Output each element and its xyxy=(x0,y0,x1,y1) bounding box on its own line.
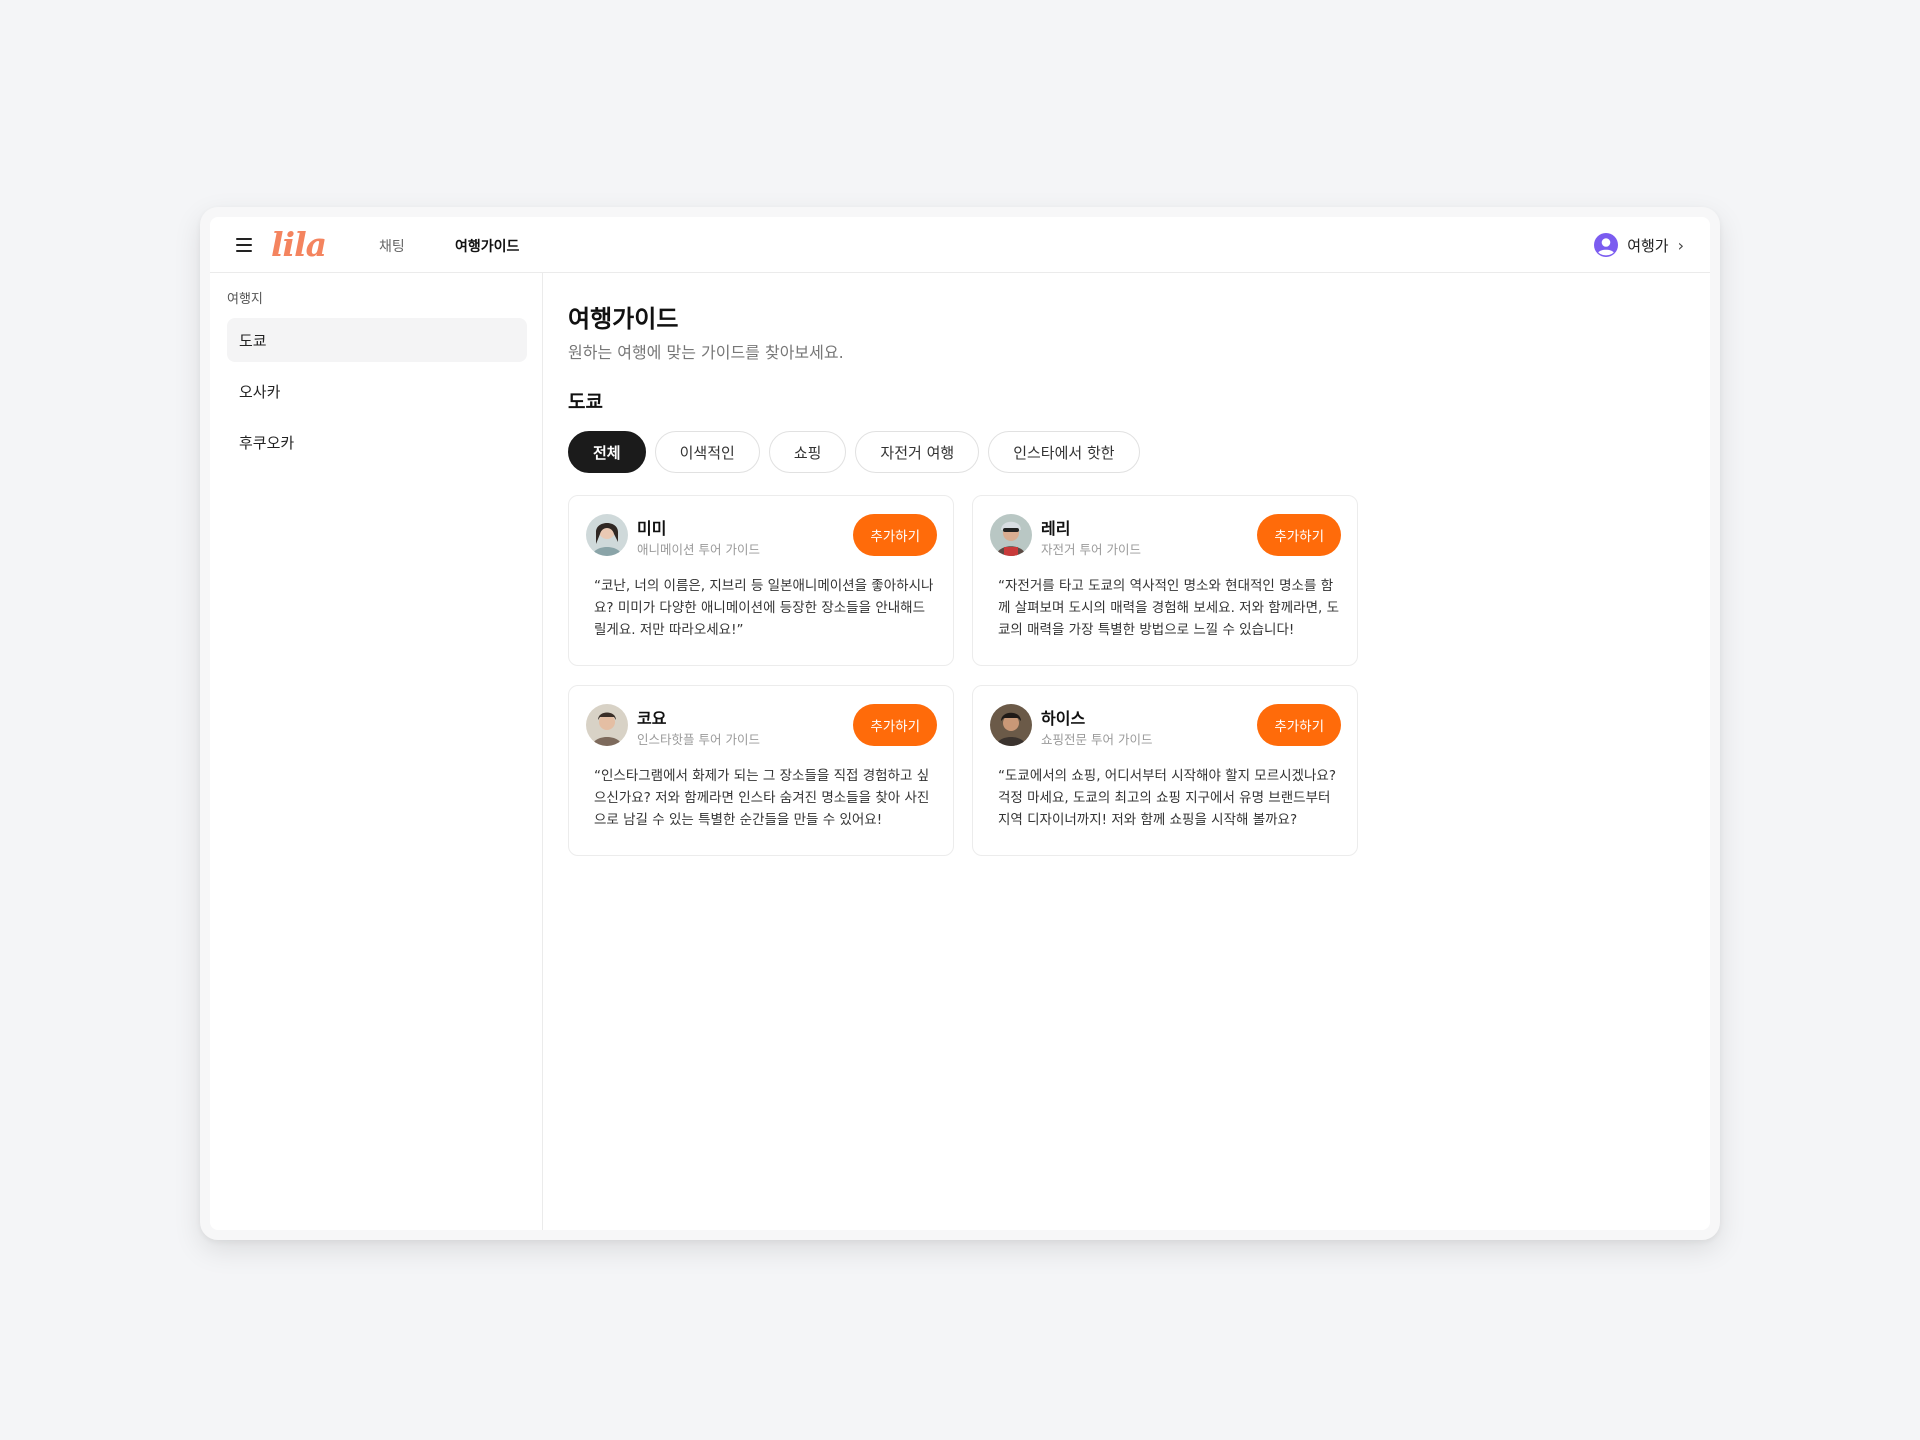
add-guide-button[interactable]: 추가하기 xyxy=(1257,514,1341,556)
filter-chips: 전체 이색적인 쇼핑 자전거 여행 인스타에서 핫한 xyxy=(568,431,1140,473)
hamburger-menu-icon[interactable] xyxy=(236,238,252,252)
sidebar-item-tokyo[interactable]: 도쿄 xyxy=(227,318,527,362)
add-guide-button[interactable]: 추가하기 xyxy=(1257,704,1341,746)
guide-quote: “도쿄에서의 쇼핑, 어디서부터 시작해야 할지 모르시겠나요? 걱정 마세요,… xyxy=(998,768,1336,828)
guide-avatar xyxy=(990,704,1032,746)
guide-card: 코요 인스타핫플 투어 가이드 추가하기 “인스타그램에서 화제가 되는 그 장… xyxy=(568,685,954,856)
sidebar-heading: 여행지 xyxy=(227,292,263,307)
guide-card: 레리 자전거 투어 가이드 추가하기 “자전거를 타고 도쿄의 역사적인 명소와… xyxy=(972,495,1358,666)
guide-role: 쇼핑전문 투어 가이드 xyxy=(1041,732,1153,747)
top-header: lila 채팅 여행가이드 여행가 › xyxy=(210,217,1710,273)
guide-avatar xyxy=(586,514,628,556)
guide-role: 자전거 투어 가이드 xyxy=(1041,542,1141,557)
sidebar-item-fukuoka[interactable]: 후쿠오카 xyxy=(227,420,527,464)
guide-card: 미미 애니메이션 투어 가이드 추가하기 “코난, 너의 이름은, 지브리 등 … xyxy=(568,495,954,666)
sidebar-item-label: 도쿄 xyxy=(239,331,267,350)
guide-name: 미미 xyxy=(637,519,667,538)
guide-avatar xyxy=(990,514,1032,556)
guide-quote: “인스타그램에서 화제가 되는 그 장소들을 직접 경험하고 싶으신가요? 저와… xyxy=(594,768,930,828)
section-title: 도쿄 xyxy=(568,391,603,413)
nav-tab-chat[interactable]: 채팅 xyxy=(379,236,405,256)
guide-quote: “코난, 너의 이름은, 지브리 등 일본애니메이션을 좋아하시나요? 미미가 … xyxy=(594,578,934,638)
filter-chip-shopping[interactable]: 쇼핑 xyxy=(768,431,847,473)
sidebar-item-label: 후쿠오카 xyxy=(239,433,295,452)
guide-avatar xyxy=(586,704,628,746)
guide-role: 애니메이션 투어 가이드 xyxy=(637,542,760,557)
guide-name: 코요 xyxy=(637,709,667,728)
guide-role: 인스타핫플 투어 가이드 xyxy=(637,732,760,747)
destination-sidebar: 여행지 도쿄 오사카 후쿠오카 xyxy=(210,273,543,1230)
guide-name: 레리 xyxy=(1041,519,1071,538)
guide-name: 하이스 xyxy=(1041,709,1086,728)
nav-tab-travel-guide[interactable]: 여행가이드 xyxy=(455,236,519,256)
guide-card: 하이스 쇼핑전문 투어 가이드 추가하기 “도쿄에서의 쇼핑, 어디서부터 시작… xyxy=(972,685,1358,856)
page-subtitle: 원하는 여행에 맞는 가이드를 찾아보세요. xyxy=(568,343,844,362)
filter-chip-bicycle[interactable]: 자전거 여행 xyxy=(855,431,980,473)
sidebar-item-osaka[interactable]: 오사카 xyxy=(227,369,527,413)
user-menu[interactable]: 여행가 › xyxy=(1594,233,1684,257)
guide-card-grid: 미미 애니메이션 투어 가이드 추가하기 “코난, 너의 이름은, 지브리 등 … xyxy=(568,495,1358,856)
chevron-right-icon: › xyxy=(1677,235,1684,255)
add-guide-button[interactable]: 추가하기 xyxy=(853,704,937,746)
filter-chip-unique[interactable]: 이색적인 xyxy=(654,431,760,473)
add-guide-button[interactable]: 추가하기 xyxy=(853,514,937,556)
app-window: lila 채팅 여행가이드 여행가 › 여행지 도쿄 오사카 후쿠오카 여행가이… xyxy=(200,207,1720,1240)
guide-quote: “자전거를 타고 도쿄의 역사적인 명소와 현대적인 명소를 함께 살펴보며 도… xyxy=(998,578,1339,638)
user-avatar-icon xyxy=(1594,233,1619,257)
user-name: 여행가 xyxy=(1627,236,1669,255)
filter-chip-instagram[interactable]: 인스타에서 핫한 xyxy=(988,431,1140,473)
page-title: 여행가이드 xyxy=(568,305,679,333)
filter-chip-all[interactable]: 전체 xyxy=(568,431,646,473)
sidebar-item-label: 오사카 xyxy=(239,382,281,401)
main-content: 여행가이드 원하는 여행에 맞는 가이드를 찾아보세요. 도쿄 전체 이색적인 … xyxy=(544,273,1710,1230)
app-logo[interactable]: lila xyxy=(271,225,327,264)
